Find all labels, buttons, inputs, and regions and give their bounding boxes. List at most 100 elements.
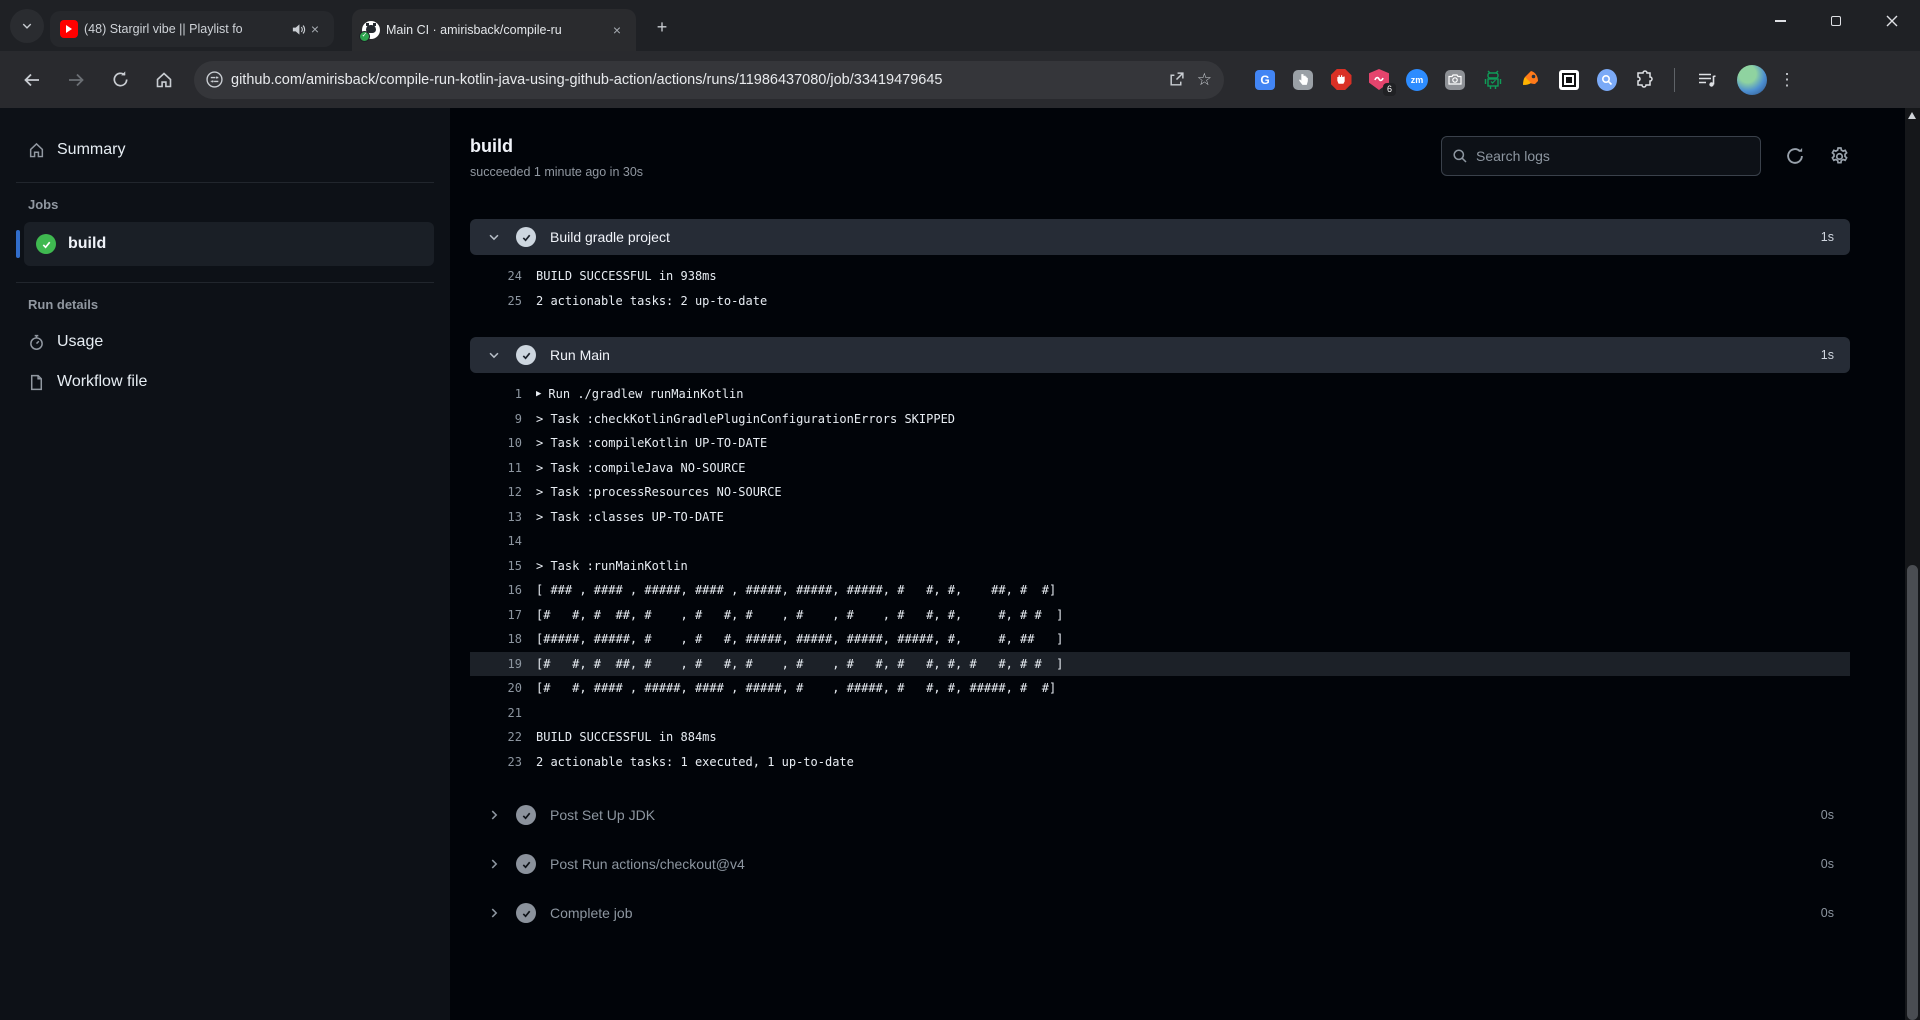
bookmark-star-icon[interactable]: ☆ xyxy=(1197,70,1212,90)
forward-button[interactable] xyxy=(59,63,93,97)
chevron-down-icon[interactable] xyxy=(486,230,502,244)
log-line: 11> Task :compileJava NO-SOURCE xyxy=(470,456,1850,481)
scrollbar-thumb[interactable] xyxy=(1907,565,1918,1020)
step-log-lines: 1▶Run ./gradlew runMainKotlin 9> Task :c… xyxy=(470,373,1850,784)
divider xyxy=(16,182,434,183)
sidebar-item-label: Usage xyxy=(57,333,103,351)
picture-in-picture-extension-icon[interactable] xyxy=(1552,63,1586,97)
chevron-right-icon[interactable] xyxy=(486,808,502,822)
chevron-right-icon[interactable] xyxy=(486,906,502,920)
step-duration: 0s xyxy=(1821,808,1834,822)
profile-avatar[interactable] xyxy=(1737,65,1767,95)
step-check-icon xyxy=(516,854,536,874)
page-title: build xyxy=(470,136,643,157)
line-number[interactable]: 20 xyxy=(470,681,536,695)
step-header-post-checkout[interactable]: Post Run actions/checkout@v4 0s xyxy=(470,846,1850,882)
sidebar-item-workflow-file[interactable]: Workflow file xyxy=(16,362,434,402)
back-button[interactable] xyxy=(15,63,49,97)
step-title: Complete job xyxy=(550,905,1821,921)
line-number[interactable]: 10 xyxy=(470,436,536,450)
search-icon xyxy=(1452,148,1468,164)
tab-github-actions[interactable]: ✓ Main CI · amirisback/compile-ru × xyxy=(352,9,636,51)
stop-hand-extension-icon[interactable] xyxy=(1324,63,1358,97)
extensions-puzzle-icon[interactable] xyxy=(1628,63,1662,97)
sidebar-item-usage[interactable]: Usage xyxy=(16,322,434,362)
line-number[interactable]: 23 xyxy=(470,755,536,769)
chevron-right-icon[interactable] xyxy=(486,857,502,871)
selected-accent-bar xyxy=(16,230,20,258)
url-text[interactable]: github.com/amirisback/compile-run-kotlin… xyxy=(231,72,1156,88)
line-number[interactable]: 22 xyxy=(470,730,536,744)
step-header-complete-job[interactable]: Complete job 0s xyxy=(470,895,1850,931)
scroll-up-arrow-icon[interactable] xyxy=(1908,112,1916,119)
job-status-text: succeeded 1 minute ago in 30s xyxy=(470,165,643,179)
zoom-zm-extension-icon[interactable]: zm xyxy=(1400,63,1434,97)
step-header-build-gradle[interactable]: Build gradle project 1s xyxy=(470,219,1850,255)
android-robot-extension-icon[interactable] xyxy=(1476,63,1510,97)
line-number[interactable]: 17 xyxy=(470,608,536,622)
log-line: 1▶Run ./gradlew runMainKotlin xyxy=(470,382,1850,407)
home-button[interactable] xyxy=(147,63,181,97)
search-q-extension-icon[interactable] xyxy=(1590,63,1624,97)
sidebar-item-build-job[interactable]: build xyxy=(24,222,434,266)
audio-speaker-icon[interactable] xyxy=(291,22,306,37)
site-settings-tune-icon[interactable] xyxy=(206,71,223,88)
stopwatch-icon xyxy=(28,334,45,351)
line-number[interactable]: 14 xyxy=(470,534,536,548)
job-name: build xyxy=(68,235,106,253)
window-controls xyxy=(1752,0,1920,42)
line-number[interactable]: 25 xyxy=(470,294,536,308)
reload-button[interactable] xyxy=(103,63,137,97)
run-details-section-label: Run details xyxy=(16,297,434,312)
line-number[interactable]: 21 xyxy=(470,706,536,720)
step-header-run-main[interactable]: Run Main 1s xyxy=(470,337,1850,373)
log-line: 252 actionable tasks: 2 up-to-date xyxy=(470,289,1850,314)
log-line: 15> Task :runMainKotlin xyxy=(470,554,1850,579)
step-title: Run Main xyxy=(550,347,1821,363)
step-check-icon xyxy=(516,227,536,247)
log-line-highlighted: 19[# #, # ##, # , # #, # , # , # #, # #,… xyxy=(470,652,1850,677)
search-logs-box[interactable] xyxy=(1441,136,1761,176)
step-header-post-setup-jdk[interactable]: Post Set Up JDK 0s xyxy=(470,797,1850,833)
line-number[interactable]: 11 xyxy=(470,461,536,475)
hand-cursor-extension-icon[interactable] xyxy=(1286,63,1320,97)
share-icon[interactable] xyxy=(1168,71,1185,88)
tab-youtube[interactable]: (48) Stargirl vibe || Playlist fo × xyxy=(50,11,334,47)
tab-search-button[interactable] xyxy=(10,9,44,43)
line-number[interactable]: 19 xyxy=(470,657,536,671)
log-viewer: Build gradle project 1s 24BUILD SUCCESSF… xyxy=(470,219,1850,931)
expand-group-icon[interactable]: ▶ xyxy=(536,389,541,399)
close-tab-icon[interactable]: × xyxy=(608,21,626,39)
job-header: build succeeded 1 minute ago in 30s xyxy=(470,136,1850,179)
camera-extension-icon[interactable] xyxy=(1438,63,1472,97)
rocket-extension-icon[interactable] xyxy=(1514,63,1548,97)
line-number[interactable]: 12 xyxy=(470,485,536,499)
line-number[interactable]: 16 xyxy=(470,583,536,597)
new-tab-button[interactable]: + xyxy=(648,13,676,41)
browser-menu-icon[interactable]: ⋮ xyxy=(1775,70,1799,90)
refresh-logs-icon[interactable] xyxy=(1785,146,1805,166)
minimize-button[interactable] xyxy=(1752,0,1808,42)
line-number[interactable]: 1 xyxy=(470,387,536,401)
line-number[interactable]: 13 xyxy=(470,510,536,524)
url-bar[interactable]: github.com/amirisback/compile-run-kotlin… xyxy=(194,61,1224,99)
step-check-icon xyxy=(516,805,536,825)
close-window-button[interactable] xyxy=(1864,0,1920,42)
step-duration: 0s xyxy=(1821,857,1834,871)
page-scrollbar[interactable] xyxy=(1905,108,1920,1020)
line-number[interactable]: 9 xyxy=(470,412,536,426)
tab-title: Main CI · amirisback/compile-ru xyxy=(386,23,602,37)
log-settings-gear-icon[interactable] xyxy=(1829,146,1850,167)
chevron-down-icon[interactable] xyxy=(486,348,502,362)
media-controls-button[interactable] xyxy=(1690,63,1724,97)
sidebar-item-summary[interactable]: Summary xyxy=(16,128,434,172)
maximize-button[interactable] xyxy=(1808,0,1864,42)
close-tab-icon[interactable]: × xyxy=(306,20,324,38)
step-title: Build gradle project xyxy=(550,229,1821,245)
line-number[interactable]: 24 xyxy=(470,269,536,283)
shield-extension-icon[interactable]: 6 xyxy=(1362,63,1396,97)
search-logs-input[interactable] xyxy=(1476,148,1726,164)
line-number[interactable]: 18 xyxy=(470,632,536,646)
google-translate-extension-icon[interactable]: G xyxy=(1248,63,1282,97)
line-number[interactable]: 15 xyxy=(470,559,536,573)
